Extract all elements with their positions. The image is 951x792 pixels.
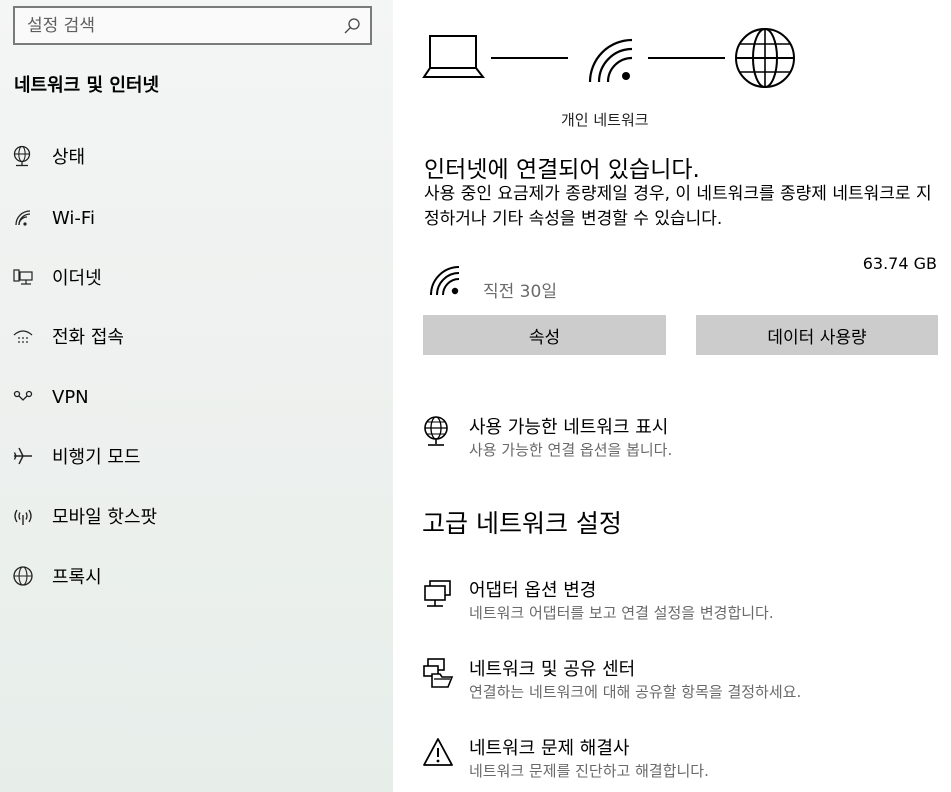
sidebar-item-label: 이더넷	[52, 268, 102, 289]
advanced-settings-heading: 고급 네트워크 설정	[422, 509, 622, 538]
link-subtitle: 네트워크 어댑터를 보고 연결 설정을 변경합니다.	[469, 604, 774, 622]
sidebar-item-ethernet[interactable]: 이더넷	[0, 255, 393, 299]
globe-network-icon	[424, 416, 448, 446]
main-content: 개인 네트워크 인터넷에 연결되어 있습니다. 사용 중인 요금제가 종량제일 …	[393, 0, 951, 792]
sidebar-item-wifi[interactable]: Wi-Fi	[0, 196, 393, 240]
wifi-signal-icon	[588, 38, 633, 83]
globe-icon	[13, 566, 33, 586]
sidebar-item-label: VPN	[52, 386, 89, 408]
sidebar-item-label: 비행기 모드	[52, 447, 141, 468]
sidebar-item-label: Wi-Fi	[52, 207, 95, 229]
search-input[interactable]	[27, 14, 327, 38]
link-subtitle: 연결하는 네트워크에 대해 공유할 항목을 결정하세요.	[469, 683, 802, 701]
status-title: 인터넷에 연결되어 있습니다.	[424, 157, 700, 183]
change-adapter-options-link[interactable]: 어댑터 옵션 변경 네트워크 어댑터를 보고 연결 설정을 변경합니다.	[422, 576, 942, 626]
ethernet-icon	[13, 269, 33, 285]
sidebar-item-label: 프록시	[52, 567, 102, 588]
dialup-icon	[13, 330, 33, 343]
link-title: 네트워크 문제 해결사	[469, 738, 630, 759]
globe-status-icon	[13, 145, 31, 167]
sharing-center-icon	[423, 658, 454, 688]
sidebar-item-label: 전화 접속	[52, 327, 124, 348]
laptop-icon	[422, 35, 486, 78]
sidebar-item-vpn[interactable]: VPN	[0, 375, 393, 419]
sidebar-item-proxy[interactable]: 프록시	[0, 554, 393, 598]
link-title: 네트워크 및 공유 센터	[469, 659, 636, 680]
sidebar-item-airplane[interactable]: 비행기 모드	[0, 434, 393, 478]
sidebar-item-hotspot[interactable]: 모바일 핫스팟	[0, 494, 393, 538]
properties-button[interactable]: 속성	[423, 315, 666, 355]
wifi-icon	[15, 210, 31, 226]
status-description: 사용 중인 요금제가 종량제일 경우, 이 네트워크를 종량제 네트워크로 지정…	[424, 184, 932, 229]
link-subtitle: 네트워크 문제를 진단하고 해결합니다.	[469, 762, 709, 780]
usage-period: 직전 30일	[483, 282, 557, 302]
connection-diagram	[422, 28, 795, 88]
sidebar-item-label: 상태	[52, 147, 86, 168]
sidebar-item-dialup[interactable]: 전화 접속	[0, 314, 393, 358]
search-box[interactable]	[13, 6, 372, 45]
show-available-networks-link[interactable]: 사용 가능한 네트워크 표시 사용 가능한 연결 옵션을 봅니다.	[422, 413, 942, 463]
data-usage-button[interactable]: 데이터 사용량	[696, 315, 938, 355]
usage-amount: 63.74 GB	[862, 254, 937, 273]
link-subtitle: 사용 가능한 연결 옵션을 봅니다.	[469, 441, 673, 459]
network-name: 개인 네트워크	[561, 111, 649, 129]
sidebar-title: 네트워크 및 인터넷	[14, 75, 160, 96]
hotspot-icon	[14, 509, 32, 525]
link-title: 사용 가능한 네트워크 표시	[469, 417, 669, 438]
warning-icon	[423, 738, 453, 766]
wifi-usage-icon	[430, 266, 460, 296]
adapter-icon	[424, 580, 451, 607]
network-sharing-center-link[interactable]: 네트워크 및 공유 센터 연결하는 네트워크에 대해 공유할 항목을 결정하세요…	[422, 655, 942, 705]
link-title: 어댑터 옵션 변경	[469, 580, 597, 601]
search-icon[interactable]	[343, 17, 361, 35]
internet-globe-icon	[735, 28, 795, 88]
vpn-icon	[13, 390, 33, 401]
sidebar: 네트워크 및 인터넷 상태 Wi-Fi 이더넷	[0, 0, 393, 792]
sidebar-item-label: 모바일 핫스팟	[52, 507, 158, 528]
airplane-icon	[13, 447, 32, 465]
sidebar-item-status[interactable]: 상태	[0, 134, 393, 178]
network-troubleshooter-link[interactable]: 네트워크 문제 해결사 네트워크 문제를 진단하고 해결합니다.	[422, 734, 942, 784]
